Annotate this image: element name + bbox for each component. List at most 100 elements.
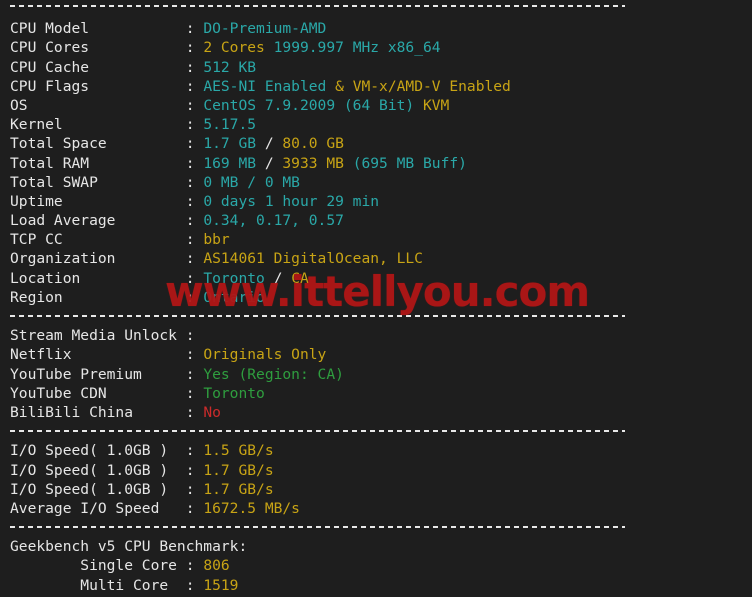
info-row: Total RAM : 169 MB / 3933 MB (695 MB Buf… — [0, 154, 752, 173]
info-row-label: Load Average — [10, 212, 186, 230]
info-row-label: Kernel — [10, 116, 186, 134]
info-row: YouTube CDN : Toronto — [0, 384, 752, 403]
info-row-label: Multi Core — [10, 576, 186, 594]
info-row-value: KVM — [422, 96, 450, 114]
info-row: I/O Speed( 1.0GB ) : 1.5 GB/s — [0, 441, 752, 460]
info-row: Kernel : 5.17.5 — [0, 115, 752, 134]
info-row: Stream Media Unlock : — [0, 326, 752, 345]
info-row-colon: : — [185, 461, 204, 479]
info-row-value: (695 MB Buff) — [352, 154, 467, 172]
separator-rule-after-stream — [0, 422, 752, 441]
info-row-value: 3933 MB — [282, 154, 344, 172]
info-row-value: CentOS 7.9.2009 (64 Bit) — [203, 96, 415, 114]
info-row-colon: : — [185, 346, 204, 364]
info-row: Multi Core : 1519 — [0, 576, 752, 595]
info-row-label: OS — [10, 96, 186, 114]
info-row-colon: : — [185, 499, 204, 517]
separator-rule-after-sysinfo — [0, 307, 752, 326]
info-row-colon: : — [185, 384, 204, 402]
info-row-colon: : — [185, 576, 204, 594]
info-row: BiliBili China : No — [0, 403, 752, 422]
info-row: Single Core : 806 — [0, 556, 752, 575]
terminal-screen: CPU Model : DO-Premium-AMD CPU Cores : 2 … — [0, 0, 752, 597]
info-row-label: I/O Speed( 1.0GB ) — [10, 480, 186, 498]
info-row-label: Average I/O Speed — [10, 499, 186, 517]
info-row-colon: : — [185, 250, 204, 268]
info-row-colon: : — [185, 288, 204, 306]
info-row-label: Total SWAP — [10, 173, 186, 191]
info-row-colon: : — [185, 58, 204, 76]
info-row-colon: : — [185, 269, 204, 287]
info-row-label: CPU Model — [10, 20, 186, 38]
info-row: Load Average : 0.34, 0.17, 0.57 — [0, 211, 752, 230]
info-row-value: 0.34, 0.17, 0.57 — [203, 212, 344, 230]
info-row-colon: : — [185, 96, 204, 114]
info-row-label: Total Space — [10, 135, 186, 153]
info-row-value: No — [203, 403, 221, 421]
info-row: I/O Speed( 1.0GB ) : 1.7 GB/s — [0, 480, 752, 499]
info-row-colon: : — [185, 39, 204, 57]
info-row-colon: : — [185, 154, 204, 172]
info-row-value: / — [264, 269, 292, 287]
info-row-label: YouTube Premium — [10, 365, 186, 383]
info-row-colon: : — [185, 77, 204, 95]
info-row-value: AES-NI Enabled — [203, 77, 327, 95]
info-row: OS : CentOS 7.9.2009 (64 Bit) KVM — [0, 96, 752, 115]
geekbench-heading-label: Geekbench v5 CPU Benchmark: — [10, 538, 248, 556]
info-row-value: 1.7 GB/s — [203, 461, 274, 479]
info-row-label: Total RAM — [10, 154, 186, 172]
info-row-colon: : — [185, 135, 204, 153]
info-row-label: TCP CC — [10, 231, 186, 249]
info-row-value — [265, 39, 274, 56]
system-info-block: CPU Model : DO-Premium-AMD CPU Cores : 2 … — [0, 19, 752, 307]
info-row-value: Yes (Region: CA) — [203, 365, 344, 383]
info-row-value — [326, 78, 335, 95]
terminal-window: CPU Model : DO-Premium-AMD CPU Cores : 2 … — [0, 0, 752, 597]
separator-rule-top — [0, 0, 752, 19]
info-row: Region : Ontario — [0, 288, 752, 307]
info-row-colon: : — [185, 403, 204, 421]
info-row: YouTube Premium : Yes (Region: CA) — [0, 365, 752, 384]
info-row-value: 1672.5 MB/s — [203, 499, 300, 517]
info-row-label: Location — [10, 269, 186, 287]
info-row: CPU Model : DO-Premium-AMD — [0, 19, 752, 38]
info-row-colon: : — [185, 192, 204, 210]
info-row-value: bbr — [203, 231, 230, 249]
info-row-value: Toronto — [203, 384, 265, 402]
info-row-value: 0 MB / 0 MB — [203, 173, 300, 191]
stream-media-block: Stream Media Unlock : Netflix : Original… — [0, 326, 752, 422]
info-row-value: 1.7 GB/s — [203, 480, 274, 498]
info-row-label: YouTube CDN — [10, 384, 186, 402]
info-row-value: Toronto — [203, 269, 265, 287]
info-row-value: 169 MB — [203, 154, 257, 172]
info-row-value: 0 days 1 hour 29 min — [203, 192, 380, 210]
info-row-value — [344, 155, 353, 172]
separator-rule-after-io — [0, 518, 752, 537]
info-row-label: CPU Cache — [10, 58, 186, 76]
info-row-value: / — [256, 154, 283, 172]
info-row-colon: : — [185, 557, 204, 575]
info-row-label: Single Core — [10, 557, 186, 575]
info-row-colon: : — [185, 173, 204, 191]
info-row-colon: : — [185, 327, 204, 345]
dashed-line — [10, 315, 625, 317]
dashed-line — [10, 526, 625, 529]
info-row: CPU Cores : 2 Cores 1999.997 MHz x86_64 — [0, 38, 752, 57]
info-row: Total SWAP : 0 MB / 0 MB — [0, 173, 752, 192]
info-row-colon: : — [185, 116, 204, 134]
info-row-value: 512 KB — [203, 58, 257, 76]
info-row: Average I/O Speed : 1672.5 MB/s — [0, 499, 752, 518]
info-row-value: & VM-x/AMD-V Enabled — [335, 77, 511, 95]
info-row-label: Organization — [10, 250, 186, 268]
info-row-label: BiliBili China — [10, 403, 186, 421]
info-row: Location : Toronto / CA — [0, 269, 752, 288]
info-row-value: / — [256, 135, 283, 153]
info-row-label: I/O Speed( 1.0GB ) — [10, 442, 186, 460]
info-row-colon: : — [185, 442, 204, 460]
info-row: Uptime : 0 days 1 hour 29 min — [0, 192, 752, 211]
io-speed-block: I/O Speed( 1.0GB ) : 1.5 GB/s I/O Speed( … — [0, 441, 752, 518]
info-row-label: Stream Media Unlock — [10, 327, 186, 345]
info-row-value: 5.17.5 — [203, 116, 257, 134]
info-row: Netflix : Originals Only — [0, 345, 752, 364]
info-row-colon: : — [185, 20, 204, 38]
